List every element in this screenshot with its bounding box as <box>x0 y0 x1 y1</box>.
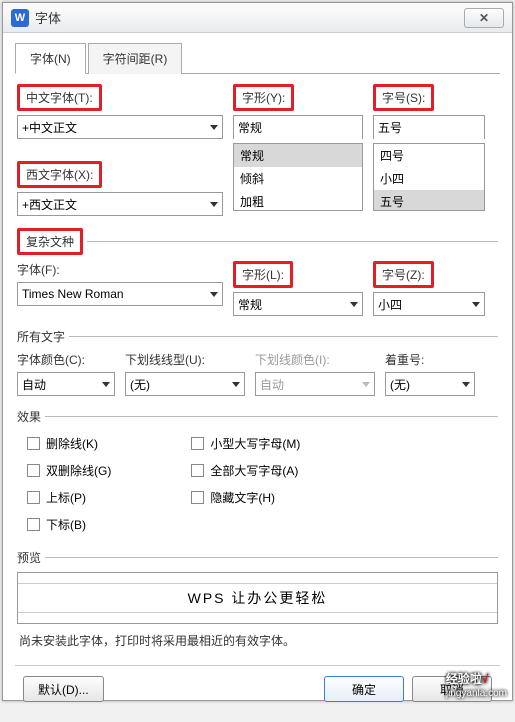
checkbox-label: 下标(B) <box>46 516 86 533</box>
tab-panel-font: 中文字体(T): +中文正文 字形(Y): 常规 常规 倾斜 加粗 <box>15 74 500 657</box>
chevron-down-icon <box>462 382 470 387</box>
complex-section-label: 复杂文种 <box>26 235 74 249</box>
dialog-footer: 默认(D)... 确定 取消 <box>15 665 500 712</box>
font-size-value: 五号 <box>378 119 480 136</box>
titlebar: W 字体 ✕ <box>3 3 512 33</box>
checkbox-icon <box>27 518 40 531</box>
emphasis-value: (无) <box>390 376 462 393</box>
underline-color-value: 自动 <box>260 376 362 393</box>
preview-text: WPS 让办公更轻松 <box>188 588 328 608</box>
complex-size-label: 字号(Z): <box>382 268 425 282</box>
effects-section-label: 效果 <box>17 408 41 425</box>
checkbox-hidden[interactable]: 隐藏文字(H) <box>191 489 300 506</box>
complex-font-value: Times New Roman <box>22 287 210 301</box>
font-style-input[interactable]: 常规 <box>233 115 363 139</box>
list-item[interactable]: 倾斜 <box>234 167 362 190</box>
checkbox-icon <box>27 437 40 450</box>
list-item[interactable]: 加粗 <box>234 190 362 211</box>
font-color-label: 字体颜色(C): <box>17 351 115 368</box>
preview-box: WPS 让办公更轻松 <box>17 572 498 624</box>
checkbox-icon <box>191 437 204 450</box>
checkbox-icon <box>191 464 204 477</box>
checkbox-double-strikethrough[interactable]: 双删除线(G) <box>27 462 111 479</box>
emphasis-select[interactable]: (无) <box>385 372 475 396</box>
checkbox-label: 隐藏文字(H) <box>210 489 275 506</box>
complex-style-label: 字形(L): <box>242 268 284 282</box>
tab-bar: 字体(N) 字符间距(R) <box>15 43 500 74</box>
chevron-down-icon <box>102 382 110 387</box>
underline-color-select: 自动 <box>255 372 375 396</box>
close-icon: ✕ <box>479 11 489 25</box>
dialog-content: 字体(N) 字符间距(R) 中文字体(T): +中文正文 字形(Y): 常规 <box>3 33 512 722</box>
checkbox-label: 双删除线(G) <box>46 462 111 479</box>
chevron-down-icon <box>472 302 480 307</box>
checkbox-icon <box>27 464 40 477</box>
checkbox-icon <box>27 491 40 504</box>
checkbox-label: 小型大写字母(M) <box>210 435 300 452</box>
divider <box>45 416 498 417</box>
app-icon: W <box>11 9 29 27</box>
ok-button[interactable]: 确定 <box>324 676 404 702</box>
tab-font[interactable]: 字体(N) <box>15 43 86 74</box>
font-style-value: 常规 <box>238 119 358 136</box>
western-font-select[interactable]: +西文正文 <box>17 192 223 216</box>
chinese-font-label: 中文字体(T): <box>26 91 93 105</box>
complex-style-value: 常规 <box>238 296 350 313</box>
default-button[interactable]: 默认(D)... <box>23 676 104 702</box>
underline-style-select[interactable]: (无) <box>125 372 245 396</box>
tab-spacing[interactable]: 字符间距(R) <box>88 43 183 74</box>
western-font-value: +西文正文 <box>22 196 210 213</box>
western-font-label: 西文字体(X): <box>26 168 93 182</box>
checkbox-label: 上标(P) <box>46 489 86 506</box>
complex-font-label: 字体(F): <box>17 261 223 278</box>
font-color-value: 自动 <box>22 376 102 393</box>
checkbox-label: 全部大写字母(A) <box>210 462 298 479</box>
underline-color-label: 下划线颜色(I): <box>255 351 375 368</box>
preview-section-label: 预览 <box>17 549 41 566</box>
chevron-down-icon <box>232 382 240 387</box>
chevron-down-icon <box>210 292 218 297</box>
chinese-font-select[interactable]: +中文正文 <box>17 115 223 139</box>
font-style-label: 字形(Y): <box>242 91 285 105</box>
complex-style-select[interactable]: 常规 <box>233 292 363 316</box>
font-size-list[interactable]: 四号 小四 五号 <box>373 143 485 211</box>
divider <box>69 336 498 337</box>
font-color-select[interactable]: 自动 <box>17 372 115 396</box>
checkbox-icon <box>191 491 204 504</box>
checkbox-superscript[interactable]: 上标(P) <box>27 489 111 506</box>
alltext-section-label: 所有文字 <box>17 328 65 345</box>
checkbox-all-caps[interactable]: 全部大写字母(A) <box>191 462 300 479</box>
close-button[interactable]: ✕ <box>464 8 504 28</box>
complex-size-value: 小四 <box>378 296 472 313</box>
cancel-button[interactable]: 取消 <box>412 676 492 702</box>
underline-style-label: 下划线线型(U): <box>125 351 245 368</box>
divider <box>87 241 498 242</box>
font-size-label: 字号(S): <box>382 91 425 105</box>
list-item[interactable]: 小四 <box>374 167 484 190</box>
checkbox-label: 删除线(K) <box>46 435 98 452</box>
chevron-down-icon <box>210 125 218 130</box>
chevron-down-icon <box>210 202 218 207</box>
font-dialog: W 字体 ✕ 字体(N) 字符间距(R) 中文字体(T): +中文正文 字形(Y… <box>2 2 513 701</box>
chevron-down-icon <box>350 302 358 307</box>
chevron-down-icon <box>362 382 370 387</box>
checkbox-small-caps[interactable]: 小型大写字母(M) <box>191 435 300 452</box>
complex-size-select[interactable]: 小四 <box>373 292 485 316</box>
list-item[interactable]: 常规 <box>234 144 362 167</box>
window-title: 字体 <box>35 8 464 27</box>
emphasis-label: 着重号: <box>385 351 475 368</box>
checkbox-strikethrough[interactable]: 删除线(K) <box>27 435 111 452</box>
list-item[interactable]: 五号 <box>374 190 484 211</box>
complex-font-select[interactable]: Times New Roman <box>17 282 223 306</box>
chinese-font-value: +中文正文 <box>22 119 210 136</box>
preview-note: 尚未安装此字体，打印时将采用最相近的有效字体。 <box>19 632 496 649</box>
checkbox-subscript[interactable]: 下标(B) <box>27 516 111 533</box>
list-item[interactable]: 四号 <box>374 144 484 167</box>
underline-style-value: (无) <box>130 376 232 393</box>
font-style-list[interactable]: 常规 倾斜 加粗 <box>233 143 363 211</box>
font-size-input[interactable]: 五号 <box>373 115 485 139</box>
divider <box>45 557 498 558</box>
